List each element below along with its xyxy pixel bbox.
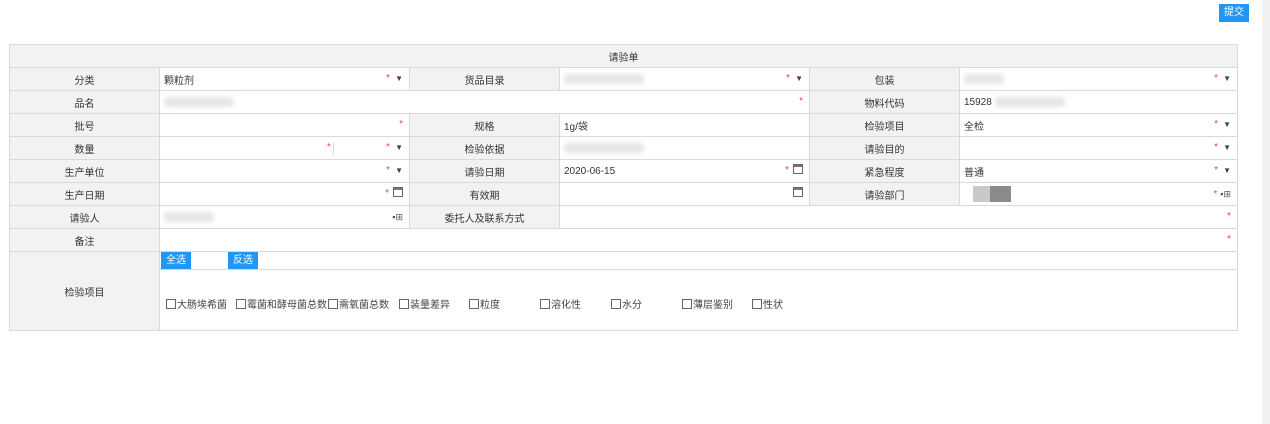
inspect-item-value: 全检 [964,121,984,133]
calendar-icon[interactable] [793,187,803,197]
form-title: 请验单 [9,44,1238,68]
remark-input[interactable]: * [159,228,1238,252]
dropdown-caret-icon[interactable]: ▼ [395,166,403,175]
invert-selection-button[interactable]: 反选 [228,252,258,270]
dropdown-caret-icon[interactable]: ▼ [1223,143,1231,152]
checkbox-item[interactable]: 薄层鉴别 [682,296,733,311]
spec-value: 1g/袋 [564,121,588,133]
label-basis: 检验依据 [409,136,560,160]
material-code-redacted [994,96,1065,107]
label-requester: 请验人 [9,205,160,229]
label-expiry: 有效期 [409,182,560,206]
label-package: 包装 [809,67,960,91]
dept-value-redacted [972,186,1011,202]
checkbox-icon[interactable] [752,299,762,309]
label-quantity: 数量 [9,136,160,160]
checkbox-icon[interactable] [682,299,692,309]
checkbox-item[interactable]: 需氧菌总数 [328,296,389,311]
checkbox-group: 大肠埃希菌 霉菌和酵母菌总数 需氧菌总数 装量差异 粒度 溶化性 水分 薄层鉴别… [160,269,1237,330]
name-value-redacted [164,96,234,107]
dropdown-caret-icon[interactable]: ▼ [1223,120,1231,129]
calendar-icon[interactable] [793,164,803,174]
checkbox-icon[interactable] [236,299,246,309]
dropdown-caret-icon[interactable]: ▼ [1223,74,1231,83]
spec-field[interactable]: 1g/袋 [559,113,810,137]
checkbox-icon[interactable] [540,299,550,309]
checkbox-icon[interactable] [469,299,479,309]
picker-icon[interactable]: ▪⊞ [1220,189,1231,199]
material-code-field: 15928 [959,90,1238,114]
label-prod-date: 生产日期 [9,182,160,206]
dropdown-caret-icon[interactable]: ▼ [395,143,403,152]
basis-value-redacted [564,142,644,153]
page-scrollbar[interactable] [1262,0,1270,424]
producer-select[interactable]: * ▼ [159,159,410,183]
picker-icon[interactable]: ▪⊞ [392,212,403,222]
label-producer: 生产单位 [9,159,160,183]
checkbox-icon[interactable] [399,299,409,309]
checkbox-item[interactable]: 性状 [752,296,783,311]
catalog-select[interactable]: * ▼ [559,67,810,91]
inspection-request-form: 请验单 分类 颗粒剂 * ▼ 货品目录 * ▼ 包装 * ▼ 品名 * 物料代码 15… [9,44,1238,331]
request-date-field[interactable]: 2020-06-15 * [559,159,810,183]
category-select[interactable]: 颗粒剂 * ▼ [159,67,410,91]
quantity-group[interactable]: * * ▼ [159,136,410,160]
catalog-value-redacted [564,73,644,84]
checkbox-item[interactable]: 大肠埃希菌 [166,296,227,311]
label-inspect-item: 检验项目 [809,113,960,137]
dropdown-caret-icon[interactable]: ▼ [395,74,403,83]
label-entrust: 委托人及联系方式 [409,205,560,229]
entrust-input[interactable]: * [559,205,1238,229]
package-select[interactable]: * ▼ [959,67,1238,91]
checkbox-icon[interactable] [328,299,338,309]
checkbox-item[interactable]: 溶化性 [540,296,581,311]
expiry-field[interactable] [559,182,810,206]
label-batch: 批号 [9,113,160,137]
package-value-redacted [964,73,1004,84]
select-all-button[interactable]: 全选 [161,252,191,270]
label-urgency: 紧急程度 [809,159,960,183]
prod-date-field[interactable]: * [159,182,410,206]
material-code-value: 15928 [964,96,992,108]
checkbox-icon[interactable] [611,299,621,309]
requester-value-redacted [164,211,214,222]
label-request-date: 请验日期 [409,159,560,183]
label-name: 品名 [9,90,160,114]
label-category: 分类 [9,67,160,91]
label-purpose: 请验目的 [809,136,960,160]
dropdown-caret-icon[interactable]: ▼ [1223,166,1231,175]
dept-field[interactable]: * ▪⊞ [959,182,1238,206]
label-spec: 规格 [409,113,560,137]
urgency-value: 普通 [964,167,984,179]
label-dept: 请验部门 [809,182,960,206]
label-catalog: 货品目录 [409,67,560,91]
submit-button[interactable]: 提交 [1219,4,1249,22]
requester-field[interactable]: ▪⊞ [159,205,410,229]
category-value: 颗粒剂 [164,75,194,87]
urgency-select[interactable]: 普通 * ▼ [959,159,1238,183]
request-date-value: 2020-06-15 [564,165,616,177]
basis-field[interactable] [559,136,810,160]
check-items-area: 全选 反选 大肠埃希菌 霉菌和酵母菌总数 需氧菌总数 装量差异 粒度 溶化性 水… [159,251,1238,331]
label-check-items: 检验项目 [9,251,160,331]
quantity-unit-divider [333,142,334,155]
dropdown-caret-icon[interactable]: ▼ [795,74,803,83]
name-field[interactable]: * [159,90,810,114]
purpose-select[interactable]: * ▼ [959,136,1238,160]
checkbox-item[interactable]: 霉菌和酵母菌总数 [236,296,327,311]
calendar-icon[interactable] [393,187,403,197]
label-remark: 备注 [9,228,160,252]
checkbox-item[interactable]: 水分 [611,296,642,311]
inspect-item-select[interactable]: 全检 * ▼ [959,113,1238,137]
checkbox-item[interactable]: 装量差异 [399,296,450,311]
batch-input[interactable]: * [159,113,410,137]
label-material-code: 物料代码 [809,90,960,114]
checkbox-item[interactable]: 粒度 [469,296,500,311]
checkbox-icon[interactable] [166,299,176,309]
